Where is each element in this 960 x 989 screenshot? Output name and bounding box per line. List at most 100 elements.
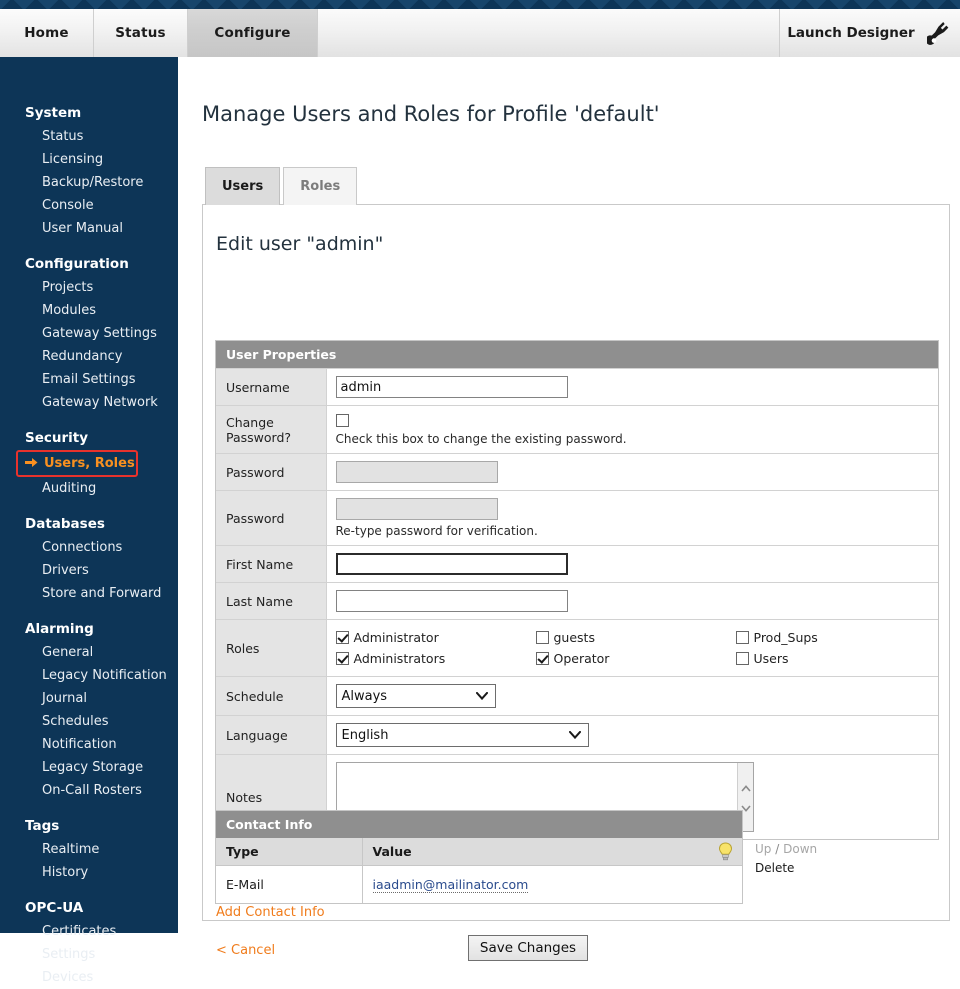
- label-password-confirm: Password: [216, 491, 326, 546]
- label-change-password-line2: Password?: [226, 430, 291, 445]
- cancel-link[interactable]: < Cancel: [216, 943, 275, 958]
- sidebar-item-users-roles-label: Users, Roles: [44, 456, 135, 471]
- save-changes-button[interactable]: Save Changes: [468, 935, 588, 961]
- role-prod-sups-checkbox[interactable]: [736, 631, 749, 644]
- role-administrators-checkbox[interactable]: [336, 652, 349, 665]
- move-down-link[interactable]: Down: [783, 842, 817, 856]
- sidebar-item-legacy-storage[interactable]: Legacy Storage: [0, 756, 178, 779]
- sidebar-item-store-and-forward[interactable]: Store and Forward: [0, 582, 178, 605]
- edit-user-panel: Edit user "admin" User Properties Userna…: [202, 204, 950, 921]
- roles-column-2: guests Operator: [536, 627, 736, 669]
- label-username: Username: [216, 369, 326, 406]
- sidebar-item-redundancy[interactable]: Redundancy: [0, 345, 178, 368]
- roles-column-1: Administrator Administrators: [336, 627, 536, 669]
- row-first-name: First Name: [216, 546, 938, 583]
- role-guests-label: guests: [554, 630, 595, 645]
- role-administrators[interactable]: Administrators: [336, 648, 536, 669]
- delete-link[interactable]: Delete: [755, 861, 794, 875]
- first-name-input[interactable]: [336, 553, 568, 575]
- sidebar-item-journal[interactable]: Journal: [0, 687, 178, 710]
- password-confirm-input[interactable]: [336, 498, 498, 520]
- role-users[interactable]: Users: [736, 648, 818, 669]
- sidebar-item-drivers[interactable]: Drivers: [0, 559, 178, 582]
- sidebar-item-certificates[interactable]: Certificates: [0, 920, 178, 943]
- role-administrator[interactable]: Administrator: [336, 627, 536, 648]
- sidebar-item-schedules[interactable]: Schedules: [0, 710, 178, 733]
- sidebar-item-user-manual[interactable]: User Manual: [0, 217, 178, 240]
- sidebar-item-status[interactable]: Status: [0, 125, 178, 148]
- role-operator[interactable]: Operator: [536, 648, 736, 669]
- sidebar-item-legacy-notification[interactable]: Legacy Notification: [0, 664, 178, 687]
- sidebar-item-backup-restore[interactable]: Backup/Restore: [0, 171, 178, 194]
- row-language: Language English: [216, 716, 938, 755]
- sidebar-item-realtime[interactable]: Realtime: [0, 838, 178, 861]
- sidebar-item-devices[interactable]: Devices: [0, 966, 178, 989]
- tab-roles[interactable]: Roles: [283, 167, 357, 205]
- user-properties-header: User Properties: [216, 341, 938, 368]
- role-administrator-label: Administrator: [354, 630, 439, 645]
- action-separator: /: [775, 842, 779, 856]
- language-select[interactable]: English: [336, 723, 589, 747]
- sidebar-item-email-settings[interactable]: Email Settings: [0, 368, 178, 391]
- sidebar-item-modules[interactable]: Modules: [0, 299, 178, 322]
- role-prod-sups[interactable]: Prod_Sups: [736, 627, 818, 648]
- schedule-select[interactable]: Always: [336, 684, 496, 708]
- change-password-checkbox[interactable]: [336, 414, 349, 427]
- role-administrator-checkbox[interactable]: [336, 631, 349, 644]
- sidebar-item-console[interactable]: Console: [0, 194, 178, 217]
- sidebar-item-users-roles[interactable]: Users, Roles: [16, 450, 138, 477]
- sidebar-group-alarming: Alarming: [0, 621, 178, 641]
- last-name-input[interactable]: [336, 590, 568, 612]
- nav-tab-status[interactable]: Status: [94, 9, 188, 57]
- role-guests[interactable]: guests: [536, 627, 736, 648]
- sidebar-item-notification[interactable]: Notification: [0, 733, 178, 756]
- page-title: Manage Users and Roles for Profile 'defa…: [202, 102, 660, 126]
- contact-info-row: E-Mail iaadmin@mailinator.com: [216, 866, 742, 904]
- top-bar: Home Status Configure Launch Designer: [0, 0, 960, 57]
- sidebar-item-gateway-settings[interactable]: Gateway Settings: [0, 322, 178, 345]
- contact-info-section: Contact Info Type Value: [215, 810, 743, 904]
- label-change-password-line1: Change: [226, 415, 274, 430]
- role-operator-checkbox[interactable]: [536, 652, 549, 665]
- move-up-link[interactable]: Up: [755, 842, 771, 856]
- sidebar-item-connections[interactable]: Connections: [0, 536, 178, 559]
- add-contact-info-link[interactable]: Add Contact Info: [216, 905, 325, 920]
- sidebar-item-on-call-rosters[interactable]: On-Call Rosters: [0, 779, 178, 802]
- password-input[interactable]: [336, 461, 498, 483]
- lightbulb-icon[interactable]: [718, 842, 733, 861]
- row-username: Username: [216, 369, 938, 406]
- sidebar-item-gateway-network[interactable]: Gateway Network: [0, 391, 178, 414]
- sidebar-group-tags: Tags: [0, 818, 178, 838]
- nav-tab-home[interactable]: Home: [0, 9, 94, 57]
- sidebar-item-projects[interactable]: Projects: [0, 276, 178, 299]
- role-users-label: Users: [754, 651, 789, 666]
- sidebar-item-licensing[interactable]: Licensing: [0, 148, 178, 171]
- header-wave-pattern: [0, 0, 960, 9]
- role-guests-checkbox[interactable]: [536, 631, 549, 644]
- sidebar-group-opc-ua: OPC-UA: [0, 900, 178, 920]
- wrench-icon: [927, 20, 953, 46]
- contact-info-email-link[interactable]: iaadmin@mailinator.com: [373, 877, 529, 893]
- chevron-up-icon[interactable]: [741, 785, 751, 792]
- schedule-select-value: Always: [342, 689, 388, 704]
- top-navigation: Home Status Configure Launch Designer: [0, 9, 960, 57]
- sidebar-group-security: Security: [0, 430, 178, 450]
- roles-column-3: Prod_Sups Users: [736, 627, 818, 669]
- tab-users[interactable]: Users: [205, 167, 280, 205]
- role-users-checkbox[interactable]: [736, 652, 749, 665]
- nav-filler: [318, 9, 780, 57]
- column-header-value: Value: [362, 838, 742, 866]
- launch-designer-label: Launch Designer: [787, 25, 914, 41]
- nav-tab-configure[interactable]: Configure: [188, 9, 318, 57]
- row-last-name: Last Name: [216, 583, 938, 620]
- label-language: Language: [216, 716, 326, 755]
- roles-checkbox-grid: Administrator Administrators: [336, 627, 930, 669]
- sidebar-item-history[interactable]: History: [0, 861, 178, 884]
- arrow-right-icon: [25, 457, 38, 468]
- sidebar-item-settings[interactable]: Settings: [0, 943, 178, 966]
- sidebar-item-general[interactable]: General: [0, 641, 178, 664]
- sidebar-item-auditing[interactable]: Auditing: [0, 477, 178, 500]
- username-input[interactable]: [336, 376, 568, 398]
- panel-title: Edit user "admin": [216, 233, 383, 255]
- launch-designer-button[interactable]: Launch Designer: [780, 9, 960, 57]
